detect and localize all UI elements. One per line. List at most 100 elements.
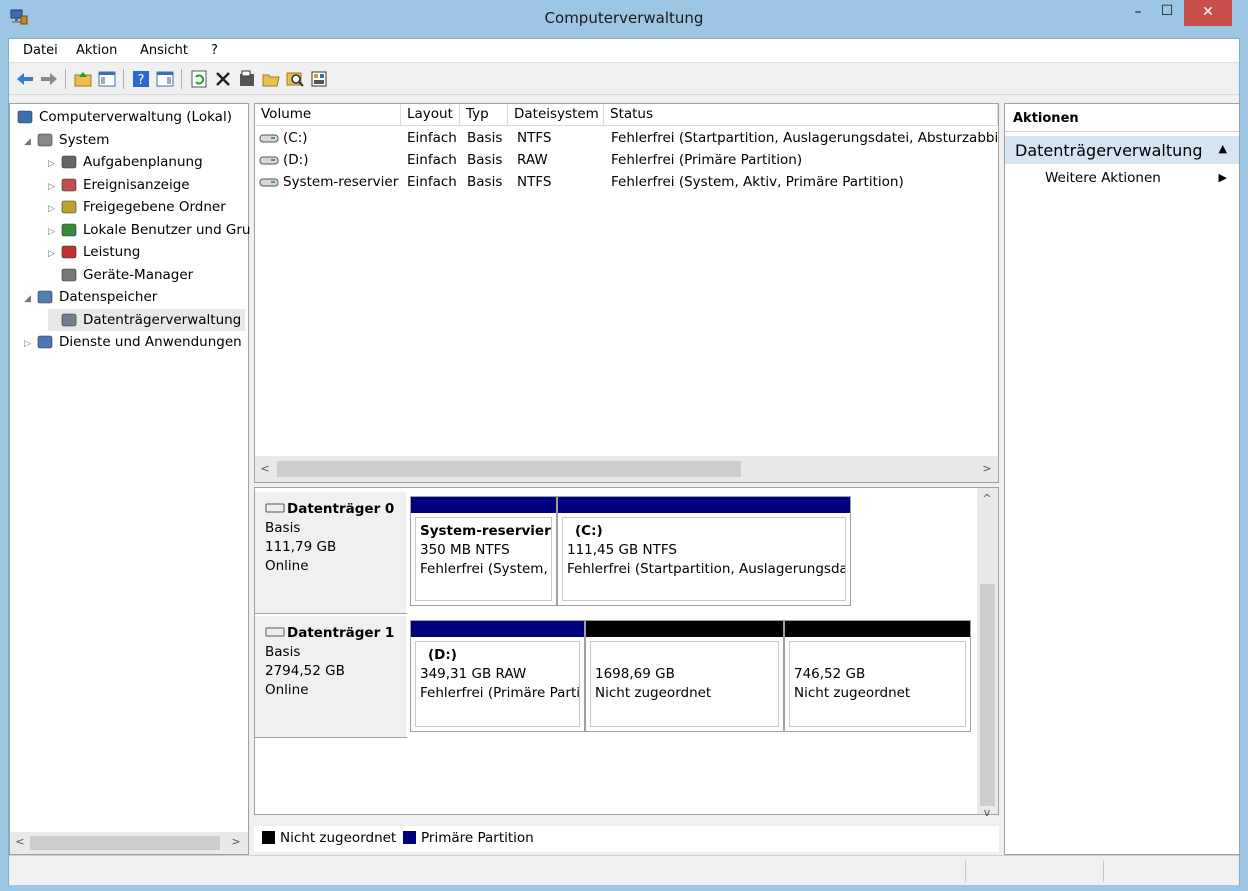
actions-header: Aktionen <box>1005 104 1239 132</box>
partition-type-bar <box>785 621 970 637</box>
legend-swatch-unallocated <box>262 831 275 844</box>
disk-0-label[interactable]: Datenträger 0 Basis 111,79 GB Online <box>255 492 408 614</box>
legend: Nicht zugeordnet Primäre Partition <box>254 826 999 852</box>
search-icon[interactable] <box>285 69 305 89</box>
menu-aktion[interactable]: Aktion <box>76 43 117 58</box>
collapse-up-icon[interactable]: ▲ <box>1219 142 1227 155</box>
refresh-icon[interactable] <box>189 69 209 89</box>
expand-toggle-icon[interactable]: ▷ <box>24 333 36 355</box>
toolbar-separator <box>65 69 66 89</box>
close-button[interactable]: ✕ <box>1184 0 1232 26</box>
scroll-right-arrow[interactable]: > <box>230 835 242 848</box>
disk-name-text: Datenträger 0 <box>287 501 395 517</box>
properties-icon[interactable] <box>237 69 257 89</box>
partition-type-bar <box>411 497 556 513</box>
disk-size: 111,79 GB <box>265 539 337 555</box>
actions-section-disk-management[interactable]: Datenträgerverwaltung ▲ <box>1005 136 1239 164</box>
scroll-left-arrow[interactable]: < <box>14 835 26 848</box>
expand-toggle-icon[interactable]: ◢ <box>24 288 36 310</box>
action-weitere-aktionen[interactable]: Weitere Aktionen ▶ <box>1005 170 1239 192</box>
scroll-thumb[interactable] <box>980 584 995 806</box>
partition-title <box>794 646 961 665</box>
volume-row[interactable]: (C:) Einfach Basis NTFS Fehlerfrei (Startpar… <box>255 127 998 149</box>
title-bar: Computerverwaltung – ☐ ✕ <box>0 0 1248 38</box>
disk-name: Datenträger 0 <box>265 500 406 519</box>
partition-type-bar <box>586 621 783 637</box>
tree-item-services[interactable]: ▷ Dienste und Anwendungen <box>24 331 242 353</box>
toolbar: ? <box>9 63 1239 95</box>
partition-status: Fehlerfrei (Startpartition, Auslagerungs… <box>567 561 845 577</box>
disk-name: Datenträger 1 <box>265 624 406 643</box>
scroll-left-arrow[interactable]: < <box>259 462 271 475</box>
partition-primary[interactable]: System-reserviert 350 MB NTFS Fehlerfrei (… <box>410 496 557 606</box>
expand-toggle-icon[interactable]: ▷ <box>48 198 60 220</box>
show-hide-action-pane-icon[interactable] <box>155 69 175 89</box>
maximize-button[interactable]: ☐ <box>1153 0 1181 26</box>
disk-vertical-scrollbar[interactable]: ^ v <box>977 488 998 819</box>
back-icon[interactable] <box>15 69 35 89</box>
volume-horizontal-scrollbar[interactable]: < > <box>255 456 998 482</box>
volume-cell-text: (C:) <box>283 130 308 146</box>
menu-ansicht[interactable]: Ansicht <box>140 43 188 58</box>
tree-item-event[interactable]: ▷ Ereignisanzeige <box>48 174 190 196</box>
scroll-up-arrow[interactable]: ^ <box>981 492 993 505</box>
open-folder-icon[interactable] <box>261 69 281 89</box>
drive-icon <box>259 178 279 187</box>
expand-toggle-icon[interactable]: ▷ <box>48 153 60 175</box>
actions-section-label: Datenträgerverwaltung <box>1015 141 1203 160</box>
column-header-volume[interactable]: Volume <box>255 104 401 126</box>
tree-item-device[interactable]: Geräte-Manager <box>48 264 193 286</box>
scroll-down-arrow[interactable]: v <box>981 806 993 819</box>
volume-cell-text: Basis <box>467 152 503 168</box>
tree-item-tools[interactable]: ◢ System <box>24 129 109 151</box>
menu-datei[interactable]: Datei <box>23 43 58 58</box>
volume-cell-text: System-reserviert <box>283 174 399 190</box>
tree-item-disk[interactable]: Datenträgerverwaltung <box>48 308 246 331</box>
expand-toggle-icon[interactable]: ▷ <box>48 176 60 198</box>
forward-icon[interactable] <box>39 69 59 89</box>
help-icon[interactable]: ? <box>131 69 151 89</box>
tree-item-share[interactable]: ▷ Freigegebene Ordner <box>48 196 226 218</box>
partition-title <box>595 646 774 665</box>
partition-details: 1698,69 GB Nicht zugeordnet <box>590 641 779 727</box>
scroll-thumb[interactable] <box>30 836 220 850</box>
volume-cell: Einfach <box>407 149 465 171</box>
window-title: Computerverwaltung <box>544 9 704 27</box>
tree-item-perf[interactable]: ▷ Leistung <box>48 241 140 263</box>
show-hide-console-tree-icon[interactable] <box>97 69 117 89</box>
column-header-dateisystem[interactable]: Dateisystem <box>508 104 604 126</box>
column-header-typ[interactable]: Typ <box>460 104 508 126</box>
scroll-right-arrow[interactable]: > <box>981 462 993 475</box>
partition-title: System-reserviert <box>420 523 552 539</box>
partition-unallocated[interactable]: 1698,69 GB Nicht zugeordnet <box>585 620 784 732</box>
disk-1-label[interactable]: Datenträger 1 Basis 2794,52 GB Online <box>255 616 408 738</box>
tree-item-computer[interactable]: Computerverwaltung (Lokal) <box>16 106 232 128</box>
column-header-layout[interactable]: Layout <box>401 104 460 126</box>
partition-unallocated[interactable]: 746,52 GB Nicht zugeordnet <box>784 620 971 732</box>
partition-primary[interactable]: (D:) 349,31 GB RAW Fehlerfrei (Primäre Par… <box>410 620 585 732</box>
tree-item-users[interactable]: ▷ Lokale Benutzer und Gru <box>48 219 251 241</box>
tree-item-clock[interactable]: ▷ Aufgabenplanung <box>48 151 203 173</box>
volume-cell: System-reserviert <box>259 171 399 193</box>
disk-properties-icon[interactable] <box>309 69 329 89</box>
partition-size: 349,31 GB RAW <box>420 666 527 682</box>
volume-row[interactable]: (D:) Einfach Basis RAW Fehlerfrei (Primäre P… <box>255 149 998 171</box>
volume-cell: Einfach <box>407 127 465 149</box>
expand-toggle-icon[interactable]: ▷ <box>48 221 60 243</box>
actions-pane: Aktionen Datenträgerverwaltung ▲ Weitere… <box>1004 103 1240 855</box>
menu-help[interactable]: ? <box>211 43 218 58</box>
perf-icon <box>61 245 77 259</box>
expand-toggle-icon[interactable]: ◢ <box>24 131 36 153</box>
delete-icon[interactable] <box>213 69 233 89</box>
scroll-thumb[interactable] <box>277 461 741 477</box>
expand-toggle-icon[interactable]: ▷ <box>48 243 60 265</box>
partition-primary[interactable]: (C:) 111,45 GB NTFS Fehlerfrei (Startparti… <box>557 496 851 606</box>
tree-horizontal-scrollbar[interactable]: < > <box>10 832 248 854</box>
up-folder-icon[interactable] <box>73 69 93 89</box>
partition-size: 111,45 GB NTFS <box>567 542 677 558</box>
column-header-status[interactable]: Status <box>604 104 998 126</box>
volume-row[interactable]: System-reserviert Einfach Basis NTFS Fehlerf… <box>255 171 998 193</box>
tree-item-storage[interactable]: ◢ Datenspeicher <box>24 286 157 308</box>
tree-item-label: Datenspeicher <box>59 289 158 305</box>
minimize-button[interactable]: – <box>1124 0 1152 26</box>
